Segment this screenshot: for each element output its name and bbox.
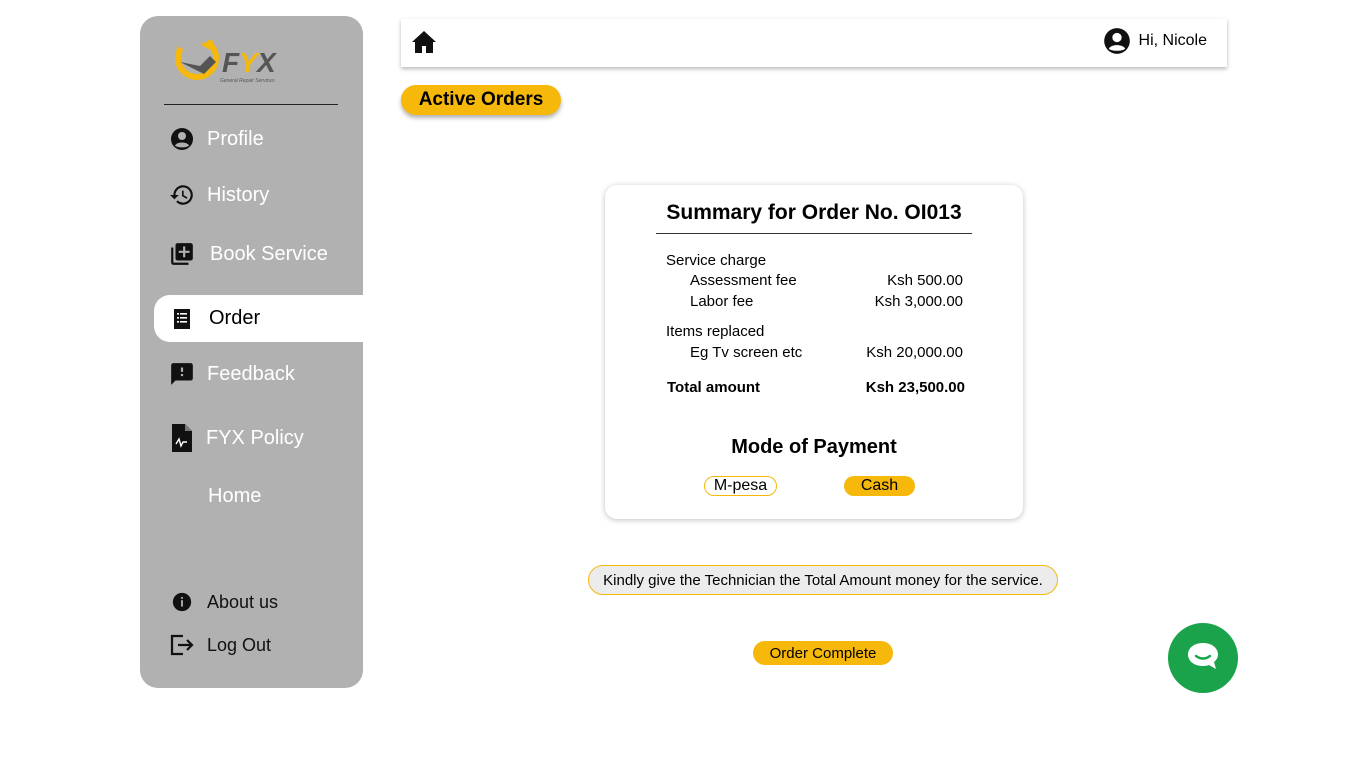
mpesa-payment-button[interactable]: M-pesa [704, 476, 777, 496]
total-amount-label: Total amount [667, 379, 761, 396]
sidebar-item-label: Order [209, 307, 261, 329]
brand-tagline: General Repair Services [220, 78, 275, 84]
logout-icon [168, 631, 196, 659]
chat-button[interactable] [1168, 623, 1238, 693]
item-amount: Ksh 20,000.00 [866, 344, 963, 361]
logout-button[interactable]: Log Out [140, 622, 363, 668]
receipt-icon [168, 305, 196, 333]
payment-mode-title: Mode of Payment [731, 436, 897, 458]
sidebar-item-order[interactable]: Order [154, 295, 363, 342]
sidebar: F Y X General Repair Services Profile Hi… [140, 16, 363, 688]
sidebar-item-label: Home [208, 484, 262, 507]
sidebar-item-home[interactable]: Home [140, 473, 363, 519]
sidebar-item-label: About us [207, 591, 279, 612]
assessment-fee-label: Assessment fee [690, 272, 797, 289]
sidebar-item-label: FYX Policy [206, 426, 304, 449]
assessment-fee-amount: Ksh 500.00 [887, 272, 963, 289]
service-charge-label: Service charge [666, 252, 767, 269]
sidebar-item-about-us[interactable]: About us [140, 579, 363, 625]
svg-text:X: X [255, 47, 278, 78]
info-icon [168, 588, 196, 616]
active-orders-tab[interactable]: Active Orders [401, 85, 561, 115]
sidebar-item-feedback[interactable]: Feedback [140, 351, 363, 397]
feedback-icon [168, 360, 196, 388]
sidebar-item-label: History [207, 183, 270, 206]
summary-title: Summary for Order No. OI013 [666, 201, 962, 224]
sidebar-item-history[interactable]: History [140, 172, 363, 218]
user-greeting[interactable]: Hi, Nicole [1103, 27, 1207, 55]
sidebar-item-book-service[interactable]: Book Service [140, 231, 363, 277]
sidebar-item-label: Profile [207, 127, 264, 150]
labor-fee-amount: Ksh 3,000.00 [874, 293, 963, 310]
greeting-text: Hi, Nicole [1138, 32, 1207, 49]
title-divider [656, 233, 972, 234]
svg-text:F: F [222, 47, 240, 78]
home-icon[interactable] [411, 30, 437, 54]
labor-fee-label: Labor fee [690, 293, 754, 310]
policy-document-icon [168, 424, 196, 452]
account-circle-icon [168, 125, 196, 153]
logo-divider [164, 104, 338, 105]
chat-icon [1186, 641, 1220, 676]
brand-logo[interactable]: F Y X General Repair Services [170, 32, 300, 86]
payment-notice: Kindly give the Technician the Total Amo… [588, 565, 1058, 595]
total-amount-value: Ksh 23,500.00 [865, 379, 965, 396]
sidebar-item-label: Book Service [210, 242, 328, 265]
cash-payment-button[interactable]: Cash [844, 476, 915, 496]
order-summary-card: Summary for Order No. OI013 Service char… [605, 185, 1023, 519]
sidebar-item-label: Feedback [207, 362, 295, 385]
item-label: Eg Tv screen etc [690, 344, 803, 361]
sidebar-item-profile[interactable]: Profile [140, 116, 363, 162]
sidebar-item-label: Log Out [207, 634, 272, 655]
order-complete-button[interactable]: Order Complete [753, 641, 893, 665]
history-icon [168, 181, 196, 209]
top-bar: Hi, Nicole [401, 19, 1227, 67]
library-add-icon [168, 240, 196, 268]
account-circle-icon [1103, 27, 1131, 55]
sidebar-item-fyx-policy[interactable]: FYX Policy [140, 415, 363, 461]
items-replaced-label: Items replaced [666, 323, 765, 340]
